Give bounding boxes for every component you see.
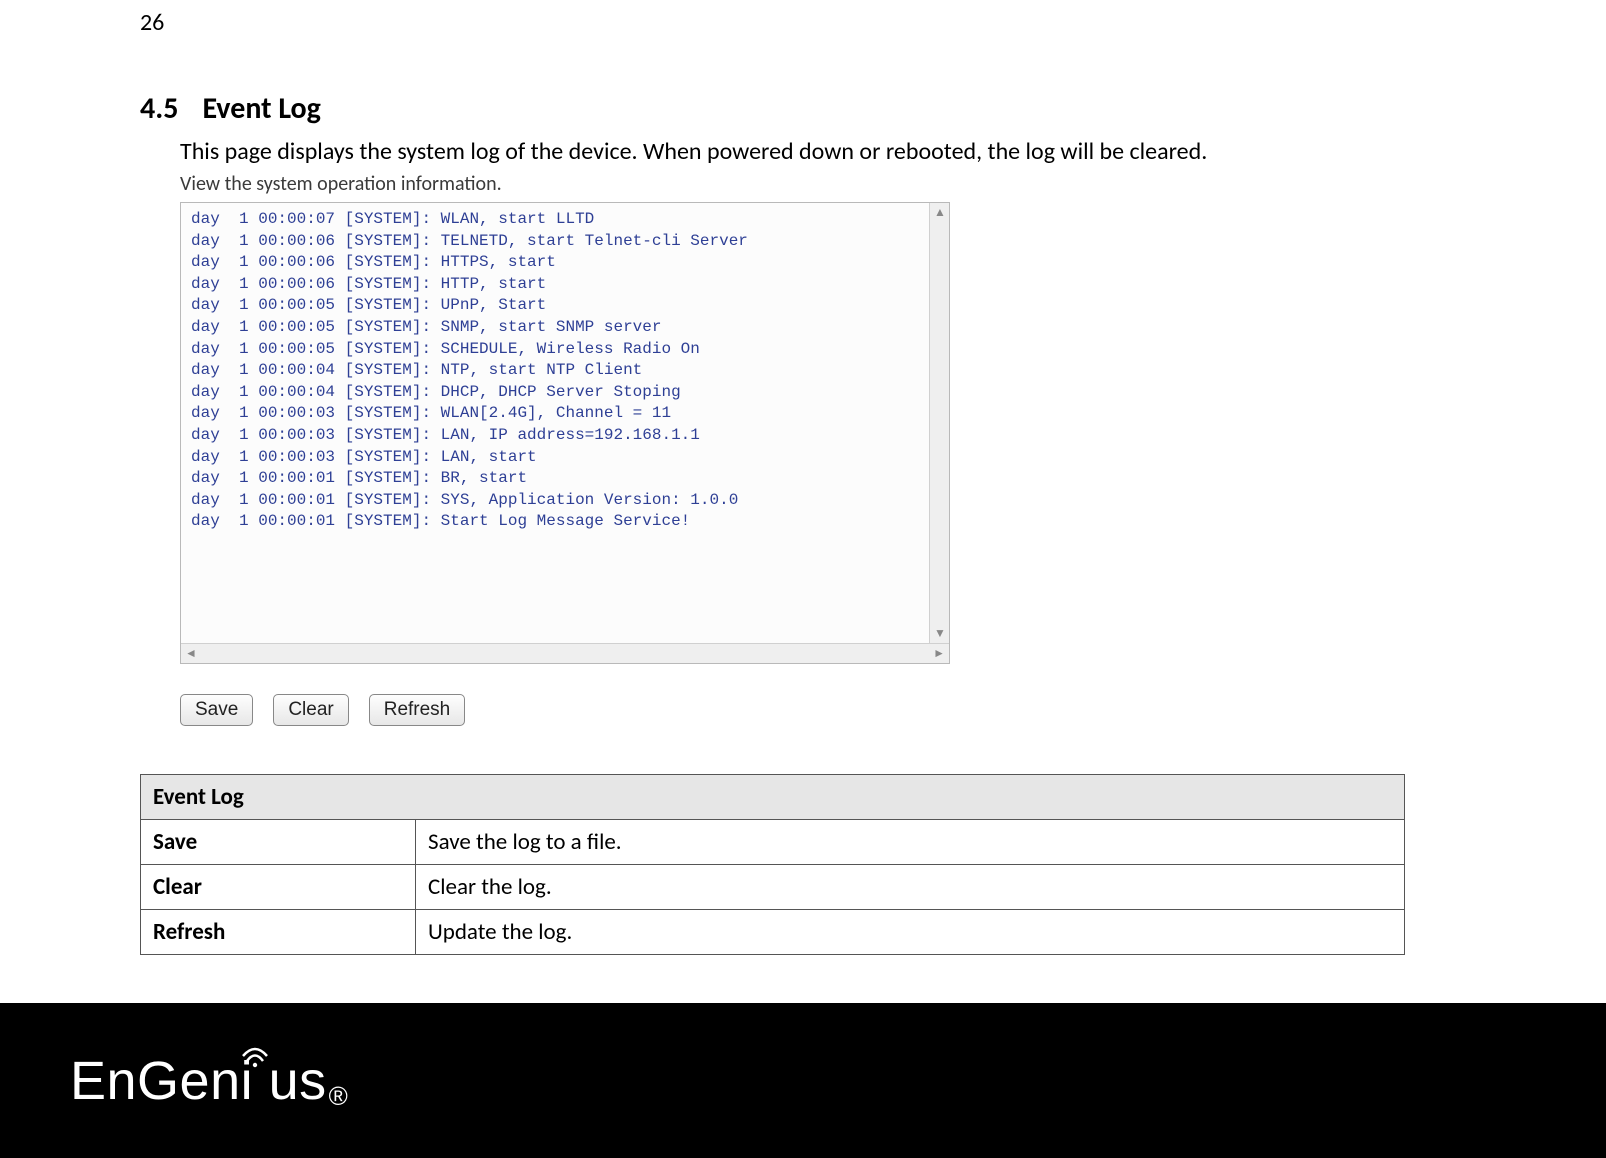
table-val: Save the log to a file. <box>416 820 1405 865</box>
content-area: 4.5 Event Log This page displays the syst… <box>140 90 1470 955</box>
scroll-down-icon[interactable]: ▼ <box>934 626 946 641</box>
table-key: Save <box>141 820 416 865</box>
section-heading: 4.5 Event Log <box>140 90 1470 127</box>
vertical-scrollbar[interactable]: ▲ ▼ <box>929 203 949 643</box>
wifi-icon: i <box>241 1050 269 1112</box>
page-number: 26 <box>140 8 164 37</box>
description-table: Event Log Save Save the log to a file. C… <box>140 774 1405 955</box>
table-row: Save Save the log to a file. <box>141 820 1405 865</box>
table-header-row: Event Log <box>141 775 1405 820</box>
scroll-left-icon[interactable]: ◄ <box>185 646 197 661</box>
table-val: Update the log. <box>416 910 1405 955</box>
clear-button[interactable]: Clear <box>273 694 348 726</box>
screenshot: day 1 00:00:07 [SYSTEM]: WLAN, start LLT… <box>180 202 950 726</box>
button-row: Save Clear Refresh <box>180 694 950 726</box>
log-box: day 1 00:00:07 [SYSTEM]: WLAN, start LLT… <box>180 202 950 664</box>
table-header: Event Log <box>141 775 1405 820</box>
table-key: Refresh <box>141 910 416 955</box>
scroll-right-icon[interactable]: ► <box>933 646 945 661</box>
scroll-up-icon[interactable]: ▲ <box>934 205 946 220</box>
table-key: Clear <box>141 865 416 910</box>
footer: EnGen ius® <box>0 1003 1606 1158</box>
save-button[interactable]: Save <box>180 694 253 726</box>
table-val: Clear the log. <box>416 865 1405 910</box>
refresh-button[interactable]: Refresh <box>369 694 466 726</box>
brand-text-a: EnGen <box>70 1050 241 1112</box>
horizontal-scrollbar[interactable]: ◄ ► <box>181 643 949 663</box>
heading-title: Event Log <box>202 90 320 127</box>
page: 26 4.5 Event Log This page displays the s… <box>0 0 1606 1158</box>
table-row: Refresh Update the log. <box>141 910 1405 955</box>
log-box-inner: day 1 00:00:07 [SYSTEM]: WLAN, start LLT… <box>181 203 949 643</box>
screenshot-caption: View the system operation information. <box>180 172 1470 196</box>
log-textarea[interactable]: day 1 00:00:07 [SYSTEM]: WLAN, start LLT… <box>181 203 929 643</box>
heading-number: 4.5 <box>140 90 178 127</box>
registered-icon: ® <box>329 1081 349 1112</box>
brand-text-b: us <box>269 1050 327 1112</box>
intro-text: This page displays the system log of the… <box>180 137 1470 166</box>
brand-logo: EnGen ius® <box>70 1050 348 1112</box>
table-row: Clear Clear the log. <box>141 865 1405 910</box>
